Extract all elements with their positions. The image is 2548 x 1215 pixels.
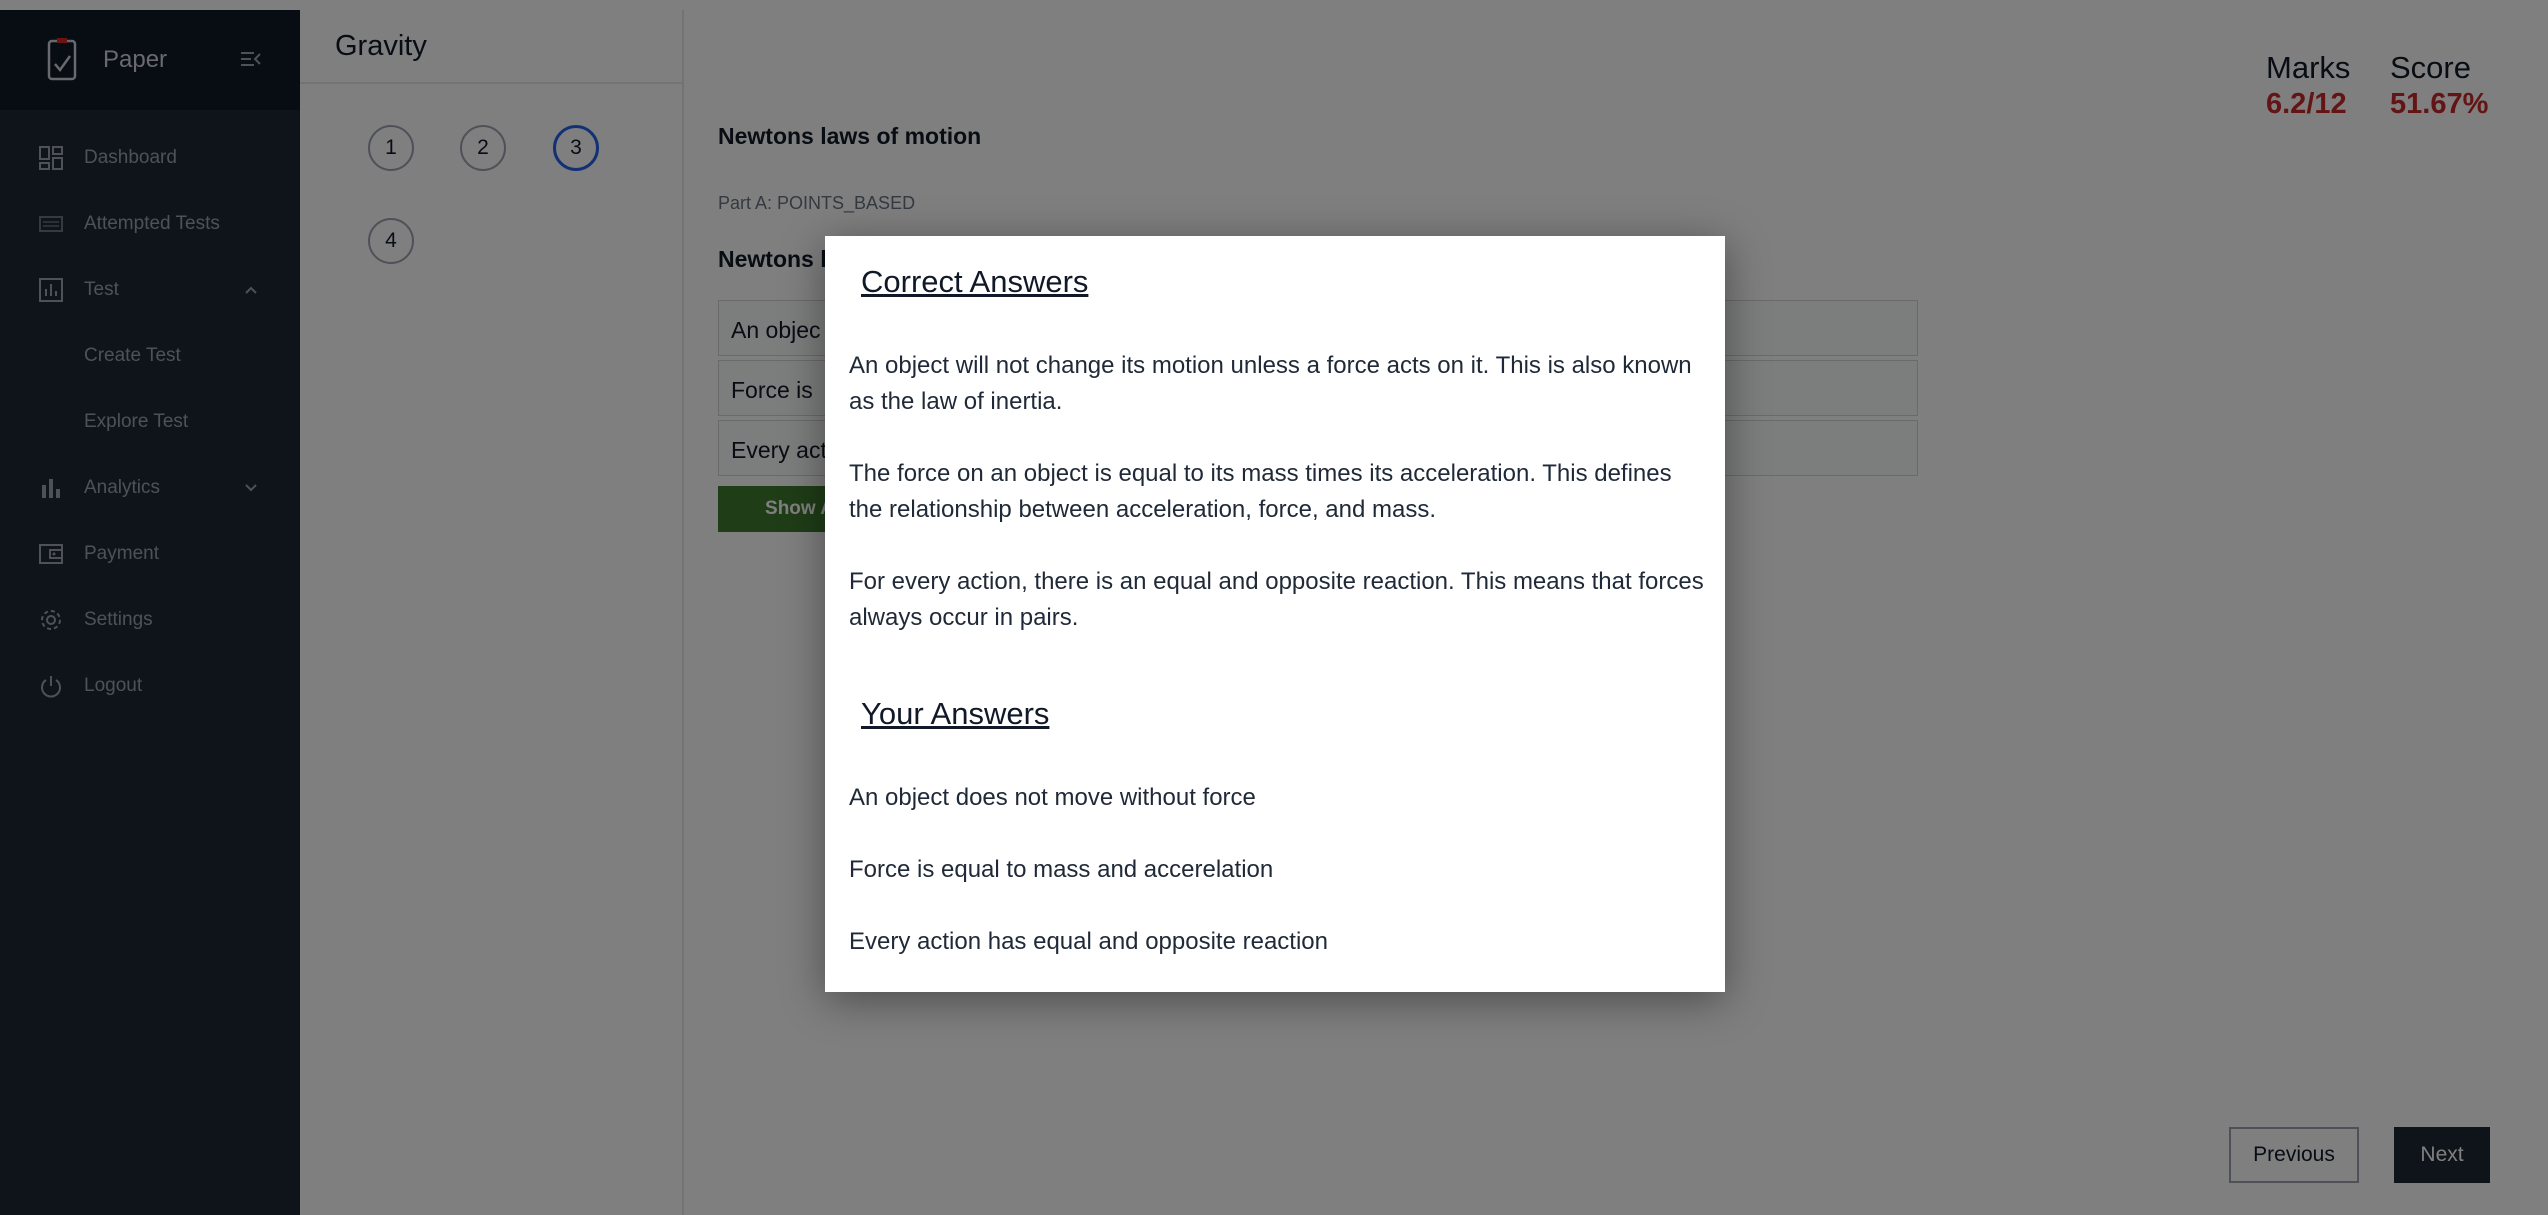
correct-answer-3: For every action, there is an equal and …	[849, 568, 1704, 631]
your-answer-1: An object does not move without force	[849, 784, 1256, 811]
correct-answer-1: An object will not change its motion unl…	[849, 352, 1692, 415]
your-answers-heading: Your Answers	[861, 696, 1050, 731]
your-answer-3: Every action has equal and opposite reac…	[849, 928, 1328, 955]
correct-answer-2: The force on an object is equal to its m…	[849, 460, 1672, 523]
correct-answers-heading: Correct Answers	[861, 264, 1089, 299]
your-answer-2: Force is equal to mass and accerelation	[849, 856, 1274, 883]
answers-modal: Correct Answers An object will not chang…	[825, 236, 1725, 992]
